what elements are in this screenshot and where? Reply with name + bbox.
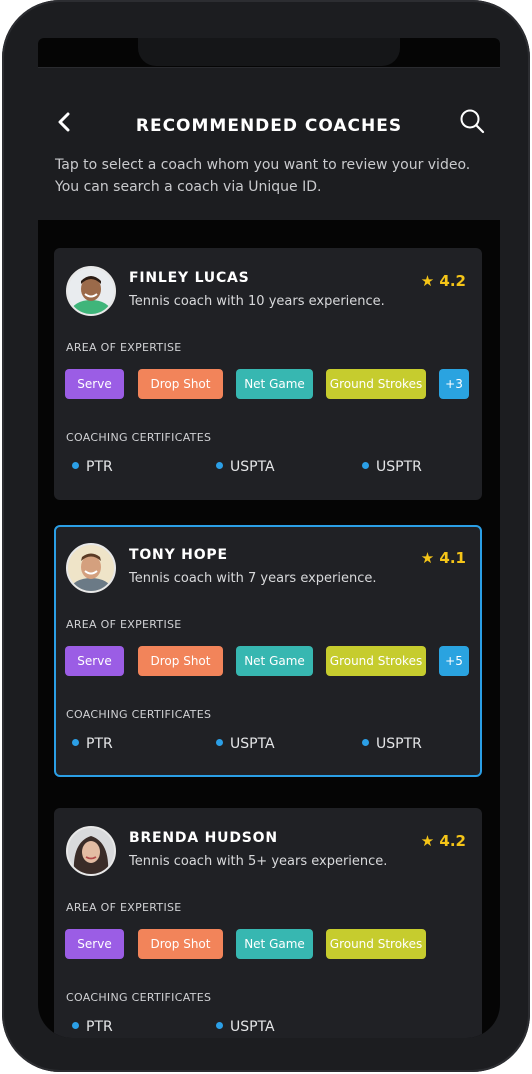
expertise-heading: AREA OF EXPERTISE (66, 618, 182, 631)
rating-value: 4.2 (439, 272, 466, 290)
coach-experience: Tennis coach with 10 years experience. (129, 294, 385, 309)
coach-experience: Tennis coach with 5+ years experience. (129, 854, 388, 869)
coach-card-selected[interactable]: TONY HOPE Tennis coach with 7 years expe… (54, 525, 482, 777)
coach-name: TONY HOPE (129, 547, 228, 563)
certificate-label: PTR (86, 459, 113, 475)
certificates-list: PTR USPTA (54, 1019, 482, 1038)
bullet-icon (362, 462, 369, 469)
certificate-label: USPTA (230, 459, 275, 475)
certificates-list: PTR USPTA USPTR (56, 736, 480, 756)
certificate-label: USPTR (376, 459, 422, 475)
rating-value: 4.2 (439, 832, 466, 850)
star-icon: ★ (420, 832, 435, 850)
certificates-heading: COACHING CERTIFICATES (66, 708, 212, 721)
search-icon[interactable] (458, 107, 486, 135)
chip-more[interactable]: +3 (439, 369, 469, 399)
coach-rating: ★ 4.1 (421, 549, 466, 567)
star-icon: ★ (420, 549, 435, 567)
certificate-item: PTR (72, 459, 113, 475)
coach-experience: Tennis coach with 7 years experience. (129, 571, 377, 586)
certificate-item: USPTR (362, 459, 422, 475)
certificate-label: PTR (86, 736, 113, 752)
chip-drop-shot[interactable]: Drop Shot (138, 646, 223, 676)
certificate-item: USPTA (216, 736, 275, 752)
certificates-list: PTR USPTA USPTR (54, 459, 482, 479)
coach-name: BRENDA HUDSON (129, 830, 278, 846)
chip-drop-shot[interactable]: Drop Shot (138, 929, 223, 959)
chip-net-game[interactable]: Net Game (236, 646, 313, 676)
rating-value: 4.1 (439, 549, 466, 567)
coach-rating: ★ 4.2 (421, 832, 466, 850)
chip-serve[interactable]: Serve (65, 929, 124, 959)
chip-serve[interactable]: Serve (65, 369, 124, 399)
bullet-icon (72, 739, 79, 746)
certificate-item: USPTR (362, 736, 422, 752)
phone-frame: RECOMMENDED COACHES Tap to select a coac… (2, 0, 530, 1072)
bullet-icon (216, 739, 223, 746)
chip-ground-strokes[interactable]: Ground Strokes (326, 646, 426, 676)
app-header: RECOMMENDED COACHES Tap to select a coac… (38, 68, 500, 220)
certificate-item: USPTA (216, 459, 275, 475)
bullet-icon (362, 739, 369, 746)
certificate-item: USPTA (216, 1019, 275, 1035)
avatar (66, 266, 116, 316)
chip-ground-strokes[interactable]: Ground Strokes (326, 369, 426, 399)
avatar (66, 543, 116, 593)
coach-rating: ★ 4.2 (421, 272, 466, 290)
star-icon: ★ (420, 272, 435, 290)
expertise-list: Serve Drop Shot Net Game Ground Strokes (65, 929, 482, 959)
expertise-list: Serve Drop Shot Net Game Ground Strokes … (65, 646, 480, 676)
chip-serve[interactable]: Serve (65, 646, 124, 676)
phone-notch (138, 38, 400, 66)
bullet-icon (216, 1022, 223, 1029)
certificates-heading: COACHING CERTIFICATES (66, 431, 212, 444)
chip-net-game[interactable]: Net Game (236, 369, 313, 399)
coach-card[interactable]: BRENDA HUDSON Tennis coach with 5+ years… (54, 808, 482, 1038)
certificate-label: USPTR (376, 736, 422, 752)
chip-more[interactable]: +5 (439, 646, 469, 676)
bullet-icon (216, 462, 223, 469)
certificate-label: USPTA (230, 1019, 275, 1035)
coach-name: FINLEY LUCAS (129, 270, 250, 286)
certificate-item: PTR (72, 1019, 113, 1035)
expertise-list: Serve Drop Shot Net Game Ground Strokes … (65, 369, 482, 399)
certificates-heading: COACHING CERTIFICATES (66, 991, 212, 1004)
bullet-icon (72, 462, 79, 469)
expertise-heading: AREA OF EXPERTISE (66, 901, 182, 914)
expertise-heading: AREA OF EXPERTISE (66, 341, 182, 354)
certificate-item: PTR (72, 736, 113, 752)
chip-drop-shot[interactable]: Drop Shot (138, 369, 223, 399)
instruction-text: Tap to select a coach whom you want to r… (55, 157, 471, 195)
avatar (66, 826, 116, 876)
chip-ground-strokes[interactable]: Ground Strokes (326, 929, 426, 959)
chip-net-game[interactable]: Net Game (236, 929, 313, 959)
app-screen: RECOMMENDED COACHES Tap to select a coac… (38, 38, 500, 1038)
bullet-icon (72, 1022, 79, 1029)
page-title: RECOMMENDED COACHES (135, 116, 403, 136)
certificate-label: USPTA (230, 736, 275, 752)
certificate-label: PTR (86, 1019, 113, 1035)
coach-card[interactable]: FINLEY LUCAS Tennis coach with 10 years … (54, 248, 482, 500)
